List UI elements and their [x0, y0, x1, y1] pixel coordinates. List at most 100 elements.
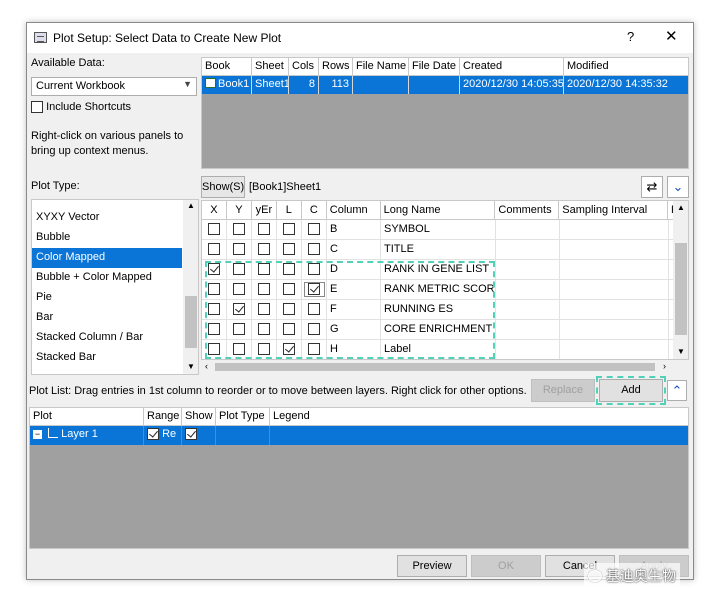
comments-cell — [496, 340, 560, 359]
c-cell[interactable] — [302, 240, 327, 259]
yer-header[interactable]: yEr — [252, 201, 277, 219]
y-checkbox[interactable] — [233, 223, 245, 236]
scroll-down-icon[interactable]: ▼ — [677, 347, 685, 356]
collapse-tree-icon[interactable]: − — [33, 430, 42, 439]
yer-checkbox[interactable] — [258, 243, 270, 256]
book-col-header[interactable]: Book — [202, 58, 252, 75]
l-cell[interactable] — [277, 220, 302, 239]
show-cell[interactable] — [182, 426, 216, 445]
show-button[interactable]: Show(S) — [201, 176, 245, 198]
y-cell[interactable] — [227, 240, 252, 259]
list-item-selected[interactable]: Color Mapped — [32, 248, 182, 268]
help-button[interactable]: ? — [627, 29, 634, 44]
layer-icon — [48, 428, 59, 438]
available-data-combo[interactable]: Current Workbook ▼ — [31, 77, 197, 96]
list-item[interactable]: XYAM Vector — [32, 200, 182, 208]
l-cell[interactable] — [277, 240, 302, 259]
y-cell[interactable] — [227, 220, 252, 239]
c-cell[interactable] — [302, 220, 327, 239]
legend-cell — [270, 426, 688, 445]
plot-col-header[interactable]: Plot — [30, 408, 144, 425]
modified-col-header[interactable]: Modified — [564, 58, 688, 75]
comments-header[interactable]: Comments — [495, 201, 560, 219]
list-item[interactable]: Bubble — [32, 228, 182, 248]
plot-type-list[interactable]: XYAM Vector XYXY Vector Bubble Color Map… — [31, 199, 199, 375]
scrollbar-thumb[interactable] — [215, 363, 655, 371]
sheet-path: [Book1]Sheet1 — [249, 181, 322, 193]
l-header[interactable]: L — [277, 201, 302, 219]
preview-button[interactable]: Preview — [397, 555, 467, 577]
x-header[interactable]: X — [202, 201, 227, 219]
list-item[interactable]: XYXY Vector — [32, 208, 182, 228]
worksheet-icon — [205, 78, 216, 88]
list-item[interactable]: Bubble + Color Mapped — [32, 268, 182, 288]
list-item[interactable]: Bar — [32, 308, 182, 328]
scrollbar-thumb[interactable] — [675, 243, 687, 335]
show-checkbox[interactable] — [185, 428, 197, 441]
plot-type-col-header[interactable]: Plot Type — [216, 408, 270, 425]
x-cell[interactable] — [202, 220, 227, 239]
list-item[interactable]: Pie — [32, 288, 182, 308]
scroll-up-icon[interactable]: ▲ — [677, 203, 685, 212]
ok-button[interactable]: OK — [471, 555, 541, 577]
file-name-col-header[interactable]: File Name — [353, 58, 409, 75]
chevron-down-icon: ▼ — [183, 79, 192, 89]
y-checkbox[interactable] — [233, 243, 245, 256]
c-checkbox[interactable] — [308, 243, 320, 256]
include-shortcuts-box[interactable] — [31, 101, 43, 114]
collapse-icon[interactable]: ⌃ — [667, 380, 687, 401]
include-shortcuts-label: Include Shortcuts — [46, 101, 132, 113]
include-shortcuts-checkbox[interactable]: Include Shortcuts — [31, 101, 132, 114]
window-title: Plot Setup: Select Data to Create New Pl… — [53, 31, 282, 45]
plot-list[interactable]: Plot Range Show Plot Type Legend − Layer… — [29, 407, 689, 549]
column-grid-vscroll[interactable]: ▲ ▼ — [673, 201, 688, 359]
cols-col-header[interactable]: Cols — [289, 58, 319, 75]
layer-label: Layer 1 — [61, 428, 98, 440]
x-checkbox[interactable] — [208, 243, 220, 256]
range-checkbox[interactable] — [147, 428, 159, 441]
scroll-left-icon[interactable]: ‹ — [205, 361, 208, 371]
scroll-up-icon[interactable]: ▲ — [187, 201, 195, 210]
replace-button[interactable]: Replace — [531, 379, 595, 402]
scroll-right-icon[interactable]: › — [663, 361, 666, 371]
c-header[interactable]: C — [302, 201, 327, 219]
x-checkbox[interactable] — [208, 223, 220, 236]
show-col-header[interactable]: Show — [182, 408, 216, 425]
scrollbar-thumb[interactable] — [185, 296, 197, 348]
file-date-col-header[interactable]: File Date — [409, 58, 460, 75]
yer-cell[interactable] — [252, 240, 277, 259]
layer-cell[interactable]: − Layer 1 — [30, 426, 144, 445]
y-header[interactable]: Y — [227, 201, 252, 219]
book-table[interactable]: Book Sheet Cols Rows File Name File Date… — [201, 57, 689, 169]
sheet-col-header[interactable]: Sheet — [252, 58, 289, 75]
close-button[interactable]: ✕ — [665, 27, 678, 45]
watermark-text: 基迪奥生物 — [605, 568, 676, 584]
table-row[interactable]: B SYMBOL — [202, 220, 688, 240]
column-header[interactable]: Column — [327, 201, 381, 219]
scroll-down-icon[interactable]: ▼ — [187, 362, 195, 371]
range-col-header[interactable]: Range — [144, 408, 182, 425]
rows-col-header[interactable]: Rows — [319, 58, 353, 75]
table-row[interactable]: Book1 Sheet1 8 113 2020/12/30 14:05:35 2… — [202, 76, 688, 94]
x-cell[interactable] — [202, 240, 227, 259]
yer-cell[interactable] — [252, 220, 277, 239]
sampling-interval-header[interactable]: Sampling Interval — [559, 201, 668, 219]
table-row[interactable]: − Layer 1 Re — [30, 426, 688, 445]
long-name-header[interactable]: Long Name — [381, 201, 496, 219]
l-checkbox[interactable] — [283, 223, 295, 236]
expand-icon[interactable]: ⌄ — [667, 176, 689, 198]
comments-cell — [496, 280, 560, 299]
c-checkbox[interactable] — [308, 223, 320, 236]
yer-checkbox[interactable] — [258, 223, 270, 236]
swap-icon[interactable]: ⇄ — [641, 176, 663, 198]
plot-type-scrollbar[interactable]: ▲ ▼ — [183, 200, 198, 374]
column-grid-hscroll[interactable]: ‹ › — [201, 360, 672, 374]
table-row[interactable]: C TITLE — [202, 240, 688, 260]
list-item[interactable]: Stacked Bar — [32, 348, 182, 368]
l-checkbox[interactable] — [283, 243, 295, 256]
created-col-header[interactable]: Created — [460, 58, 564, 75]
rows-cell: 113 — [319, 76, 353, 94]
legend-col-header[interactable]: Legend — [270, 408, 688, 425]
list-item[interactable]: Stacked Column / Bar — [32, 328, 182, 348]
range-cell[interactable]: Re — [144, 426, 182, 445]
